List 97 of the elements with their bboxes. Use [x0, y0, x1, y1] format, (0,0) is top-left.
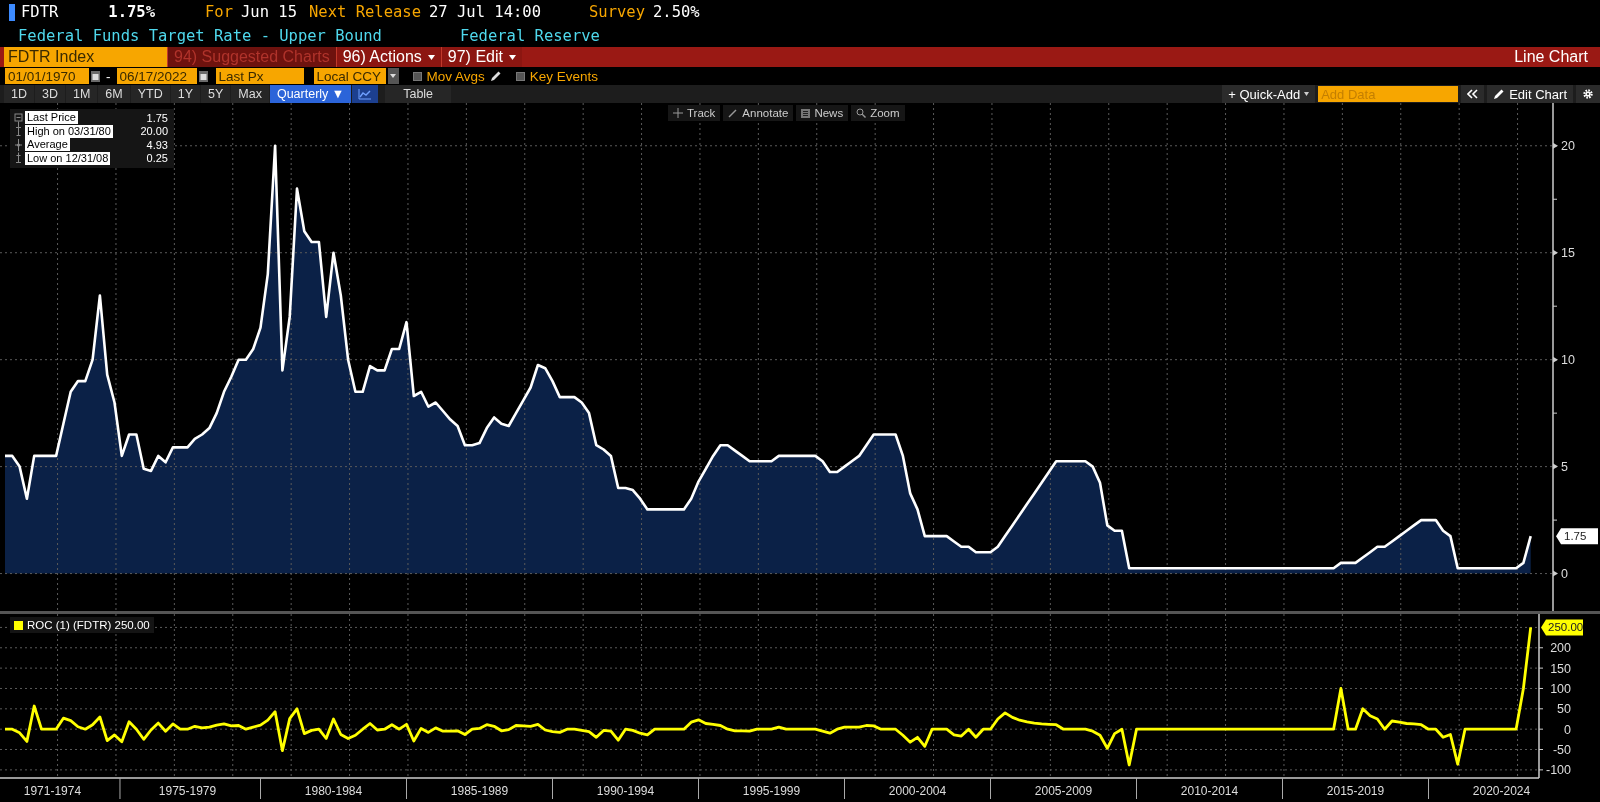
- chart-view-button[interactable]: [352, 85, 379, 103]
- range-separator: -: [106, 68, 111, 84]
- period-tab[interactable]: 1M: [65, 85, 98, 103]
- double-chevron-icon: [1467, 89, 1479, 99]
- axis-label: 2020-2024: [1472, 784, 1531, 798]
- survey-value: 2.50%: [652, 3, 700, 21]
- period-tab[interactable]: YTD: [130, 85, 170, 103]
- list-icon: [801, 108, 811, 118]
- legend-label: Average: [25, 138, 70, 152]
- caret-icon: [390, 74, 396, 78]
- start-date-field[interactable]: 01/01/1970: [5, 68, 89, 84]
- settings-button[interactable]: [1576, 85, 1600, 103]
- high-marker-icon: [15, 121, 22, 136]
- axis-label: 1995-1999: [742, 784, 801, 798]
- caret-icon: [508, 54, 516, 60]
- calendar-icon[interactable]: [198, 70, 208, 82]
- for-label: For: [205, 3, 233, 21]
- legend-value: 20.00: [140, 125, 169, 138]
- axis-label: 0: [1564, 722, 1571, 737]
- legend-label: Last Price: [25, 111, 78, 125]
- period-tab[interactable]: 3D: [35, 85, 65, 103]
- source-label: Federal Reserve: [459, 26, 600, 45]
- axis-label: 1985-1989: [450, 784, 509, 798]
- menu-button[interactable]: 97) Edit: [440, 47, 522, 67]
- quick-add-button[interactable]: + Quick-Add: [1222, 85, 1316, 103]
- release-label: Next Release: [309, 3, 421, 21]
- edit-chart-button[interactable]: Edit Chart: [1487, 85, 1573, 103]
- release-time: 27 Jul 14:00: [429, 3, 541, 21]
- period-tab[interactable]: Quarterly ▼: [269, 85, 352, 103]
- axis-label: -100: [1545, 763, 1571, 778]
- axis-label: 2000-2004: [888, 784, 947, 798]
- legend-label: ROC (1) (FDTR) 250.00: [27, 619, 150, 631]
- price-tag: 1.75: [1556, 528, 1598, 545]
- currency-selector[interactable]: Local CCY: [313, 68, 386, 84]
- axis-label: 10: [1561, 353, 1575, 368]
- checkbox[interactable]: [515, 71, 525, 81]
- axis-label: 100: [1550, 681, 1571, 696]
- axis-label: 150: [1550, 661, 1571, 676]
- settings-icon: [1582, 88, 1594, 100]
- period-tab[interactable]: 1Y: [170, 85, 200, 103]
- axis-label: 15: [1561, 246, 1575, 261]
- ticker-marker: [9, 3, 15, 21]
- roc-tag: 250.00: [1541, 619, 1584, 636]
- line-chart-icon: [358, 88, 373, 100]
- legend-value: 1.75: [146, 111, 169, 124]
- pencil-icon: [728, 108, 739, 118]
- period-tab[interactable]: 1D: [4, 85, 34, 103]
- field-selector[interactable]: Last Px: [215, 68, 304, 84]
- security-field[interactable]: FDTR Index: [4, 47, 167, 67]
- axis-label: 2005-2009: [1034, 784, 1093, 798]
- chart-tool-button[interactable]: Annotate: [723, 105, 794, 121]
- caret-icon: [427, 54, 435, 60]
- collapse-button[interactable]: [1461, 85, 1485, 103]
- period-tab[interactable]: 5Y: [201, 85, 231, 103]
- axis-label: 20: [1561, 139, 1575, 154]
- axis-label: 0: [1561, 567, 1568, 582]
- axis-label: 1971-1974: [23, 784, 82, 798]
- axis-label: 50: [1557, 702, 1571, 717]
- end-date-field[interactable]: 06/17/2022: [116, 68, 197, 84]
- chart-type-title: Line Chart: [1514, 47, 1589, 67]
- axis-label: 2010-2014: [1180, 784, 1239, 798]
- legend-swatch: [14, 113, 23, 122]
- chart-tool-button[interactable]: Zoom: [851, 105, 905, 121]
- security-description: Federal Funds Target Rate - Upper Bound: [18, 26, 382, 45]
- axis-label: 1990-1994: [596, 784, 655, 798]
- crosshair-icon: [673, 108, 683, 118]
- chart-tool-button[interactable]: News: [796, 105, 849, 121]
- average-marker-icon: [14, 138, 23, 152]
- legend-swatch: [14, 620, 23, 630]
- legend-label: High on 03/31/80: [25, 124, 113, 138]
- legend-value: 4.93: [146, 138, 169, 151]
- axis-label: 1980-1984: [304, 784, 363, 798]
- legend-value: 0.25: [146, 152, 169, 165]
- axis-label: 2015-2019: [1326, 784, 1385, 798]
- axis-label: -50: [1552, 743, 1571, 757]
- axis-label: 200: [1550, 641, 1571, 656]
- last-price: 1.75%: [108, 3, 155, 21]
- pencil-icon: [1493, 88, 1506, 100]
- period-tab[interactable]: Max: [231, 85, 269, 103]
- for-date: Jun 15: [241, 3, 297, 21]
- calendar-icon[interactable]: [91, 70, 100, 82]
- low-marker-icon: [15, 152, 22, 163]
- axis-label: 5: [1561, 460, 1568, 475]
- caret-icon: [1304, 92, 1310, 96]
- dropdown-button[interactable]: [387, 68, 399, 84]
- survey-label: Survey: [588, 3, 645, 21]
- chart-tool-button[interactable]: Track: [668, 105, 721, 121]
- axis-label: 1975-1979: [158, 784, 217, 798]
- table-view-button[interactable]: Table: [385, 85, 452, 103]
- menu-button[interactable]: 96) Actions: [335, 47, 441, 67]
- checkbox[interactable]: [412, 71, 422, 81]
- search-icon: [856, 108, 867, 118]
- period-tab[interactable]: 6M: [98, 85, 130, 103]
- option-toggle[interactable]: Mov Avgs: [412, 68, 502, 84]
- option-toggle[interactable]: Key Events: [515, 68, 599, 84]
- ticker: FDTR: [21, 3, 59, 21]
- legend-label: Low on 12/31/08: [25, 151, 111, 165]
